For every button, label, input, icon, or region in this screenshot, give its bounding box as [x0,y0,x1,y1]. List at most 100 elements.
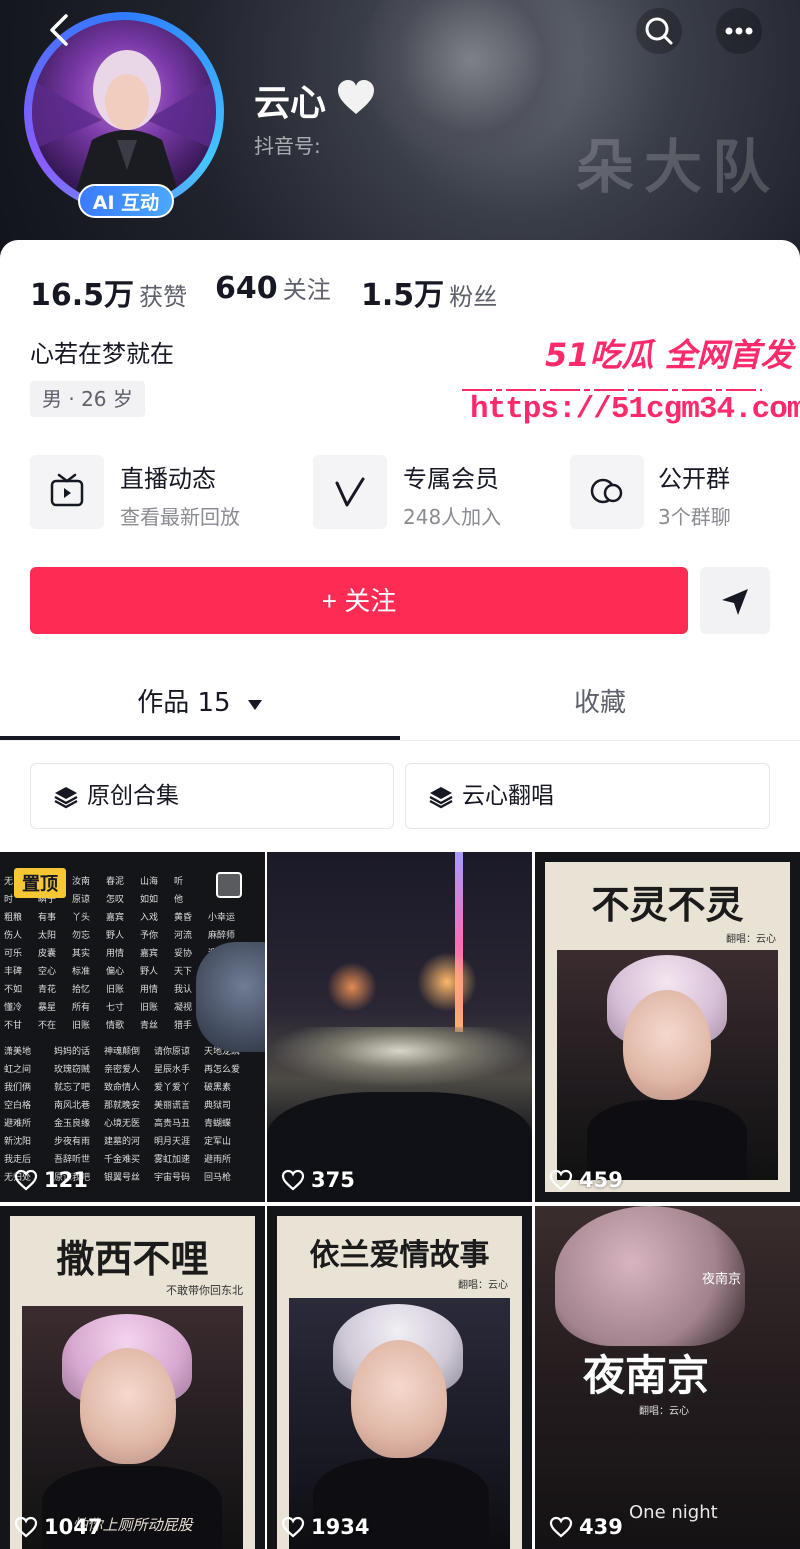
road-headlights [267,1027,532,1087]
song-title-text: 时 [4,895,14,905]
cover-poster: 依兰爱情故事 翻唱：云心 [277,1216,522,1549]
profile-bio: 心若在梦就在 [30,340,174,368]
followers-count: 1.5万 [361,278,445,313]
song-title-text: 所有 [72,1003,91,1013]
song-title-text: 就忘了吧 [54,1083,91,1093]
share-button[interactable] [700,567,770,634]
song-title-text: 黄昏 [174,913,193,923]
song-title-text: 粗粮 [4,913,23,923]
song-title-text: 妈妈的话 [54,1047,91,1057]
song-title-text: 我们俩 [4,1083,32,1093]
like-count-value: 375 [311,1168,355,1192]
song-title-text: 偏心 [106,967,125,977]
ai-interaction-badge[interactable]: AI 互动 [78,184,174,218]
cover-credit: 翻唱：云心 [458,1280,508,1291]
song-title-text: 新沈阳 [4,1137,32,1147]
song-title-text: 玫瑰窃贼 [54,1065,91,1075]
video-tile-1[interactable]: 无爱错汝南春泥山海听时瞬子原谅怎叹如如他粗粮有事丫头嘉宾入戏黄昏小幸运伤人太阳勿… [0,852,265,1202]
likes-count: 16.5万 [30,278,135,313]
heart-outline-icon [549,1169,573,1191]
song-title-text: 无 [4,877,14,887]
tab-works-label: 作品 15 [137,688,231,718]
song-title-text: 旧账 [106,985,125,995]
like-count: 121 [14,1168,88,1192]
followers-stat[interactable]: 1.5万 粉丝 [361,270,497,314]
song-title-text: 亲密爱人 [104,1065,141,1075]
collection-label: 原创合集 [87,783,179,809]
song-title-text: 星辰水手 [154,1065,191,1075]
song-title-text: 原谅 [72,895,91,905]
song-title-text: 太阳 [38,931,57,941]
song-title-text: 天下 [174,967,193,977]
like-count-value: 439 [579,1515,623,1539]
song-title-text: 暴星 [38,1003,57,1013]
like-count-value: 459 [579,1168,623,1192]
follow-button[interactable]: + 关注 [30,567,688,634]
video-tile-2[interactable]: 375 [267,852,532,1202]
song-title-text: 银翼号丝 [104,1173,141,1183]
song-title-text: 神魂颠倒 [104,1047,141,1057]
collection-covers[interactable]: 云心翻唱 [405,763,770,829]
chat-group-icon [570,455,644,529]
feature-title: 公开群 [658,465,730,493]
heart-outline-icon [281,1516,305,1538]
feature-exclusive-membership[interactable]: 专属会员 248人加入 [313,455,563,531]
song-title-text: 妥协 [174,949,193,959]
cover-title: 夜南京 [583,1351,710,1400]
video-tile-3[interactable]: 不灵不灵 翻唱：云心 459 [535,852,800,1202]
song-title-text: 标准 [72,967,91,977]
more-options-button[interactable] [716,8,762,54]
collection-label: 云心翻唱 [462,783,554,809]
song-title-text: 七寸 [106,1003,125,1013]
song-title-text: 心境无医 [104,1119,141,1129]
song-title-text: 美丽谎言 [154,1101,191,1111]
watermark-url: https://51cgm34.com [470,392,800,427]
chevron-left-icon [50,14,68,46]
feature-subtitle: 查看最新回放 [120,505,240,529]
douyin-id-label: 抖音号: [254,134,321,158]
song-title-text: 春泥 [106,877,125,887]
tab-works[interactable]: 作品 15 [0,670,400,740]
video-tile-5[interactable]: 依兰爱情故事 翻唱：云心 1934 [267,1206,532,1549]
song-title-text: 建墓的河 [104,1137,141,1147]
heart-outline-icon [549,1516,573,1538]
search-button[interactable] [636,8,682,54]
feature-live-updates[interactable]: 直播动态 查看最新回放 [30,455,300,531]
collection-original[interactable]: 原创合集 [30,763,394,829]
back-button[interactable] [40,10,80,50]
song-title-text: 爱丫爱丫 [154,1083,191,1093]
song-title-text: 青花 [38,985,57,995]
song-title-text: 他 [174,895,184,905]
tab-divider [0,740,800,741]
following-stat[interactable]: 640 关注 [215,270,331,306]
song-title-text: 青蝴蝶 [204,1119,232,1129]
song-title-text: 皮囊 [38,949,57,959]
video-tile-4[interactable]: 撒西不哩 不敢带你回东北 怕你上厕所动屁股 1047 [0,1206,265,1549]
profile-name: 云心 [254,83,327,124]
layers-icon [54,787,78,809]
like-count-value: 1047 [44,1515,103,1539]
video-tile-6[interactable]: 夜南京 夜南京 翻唱：云心 One night 439 [535,1206,800,1549]
song-title-text: 用情 [106,949,125,959]
cover-credit: 翻唱：云心 [726,934,776,945]
song-title-text: 其实 [72,949,91,959]
song-title-text: 麻醉师 [208,931,236,941]
likes-stat[interactable]: 16.5万 获赞 [30,270,187,314]
feature-title: 专属会员 [403,465,499,493]
paper-plane-icon [722,589,748,615]
gender-age-tag: 男 · 26 岁 [30,381,145,417]
heart-outline-icon [14,1516,38,1538]
feature-public-groups[interactable]: 公开群 3个群聊 [570,455,770,531]
white-heart-icon [336,78,376,120]
song-title-text: 青丝 [140,1021,159,1031]
song-title-text: 我认 [174,985,193,995]
tab-favorites[interactable]: 收藏 [400,670,800,740]
song-title-text: 虹之间 [4,1065,32,1075]
like-count: 459 [549,1168,623,1192]
cover-photo [289,1298,510,1549]
song-title-text: 避雨所 [204,1155,232,1165]
song-title-text: 旧账 [72,1021,91,1031]
pinned-badge: 置顶 [14,868,66,898]
watermark-title: 51吃瓜 全网首发 [545,336,793,374]
song-title-text: 请你原谅 [154,1047,191,1057]
